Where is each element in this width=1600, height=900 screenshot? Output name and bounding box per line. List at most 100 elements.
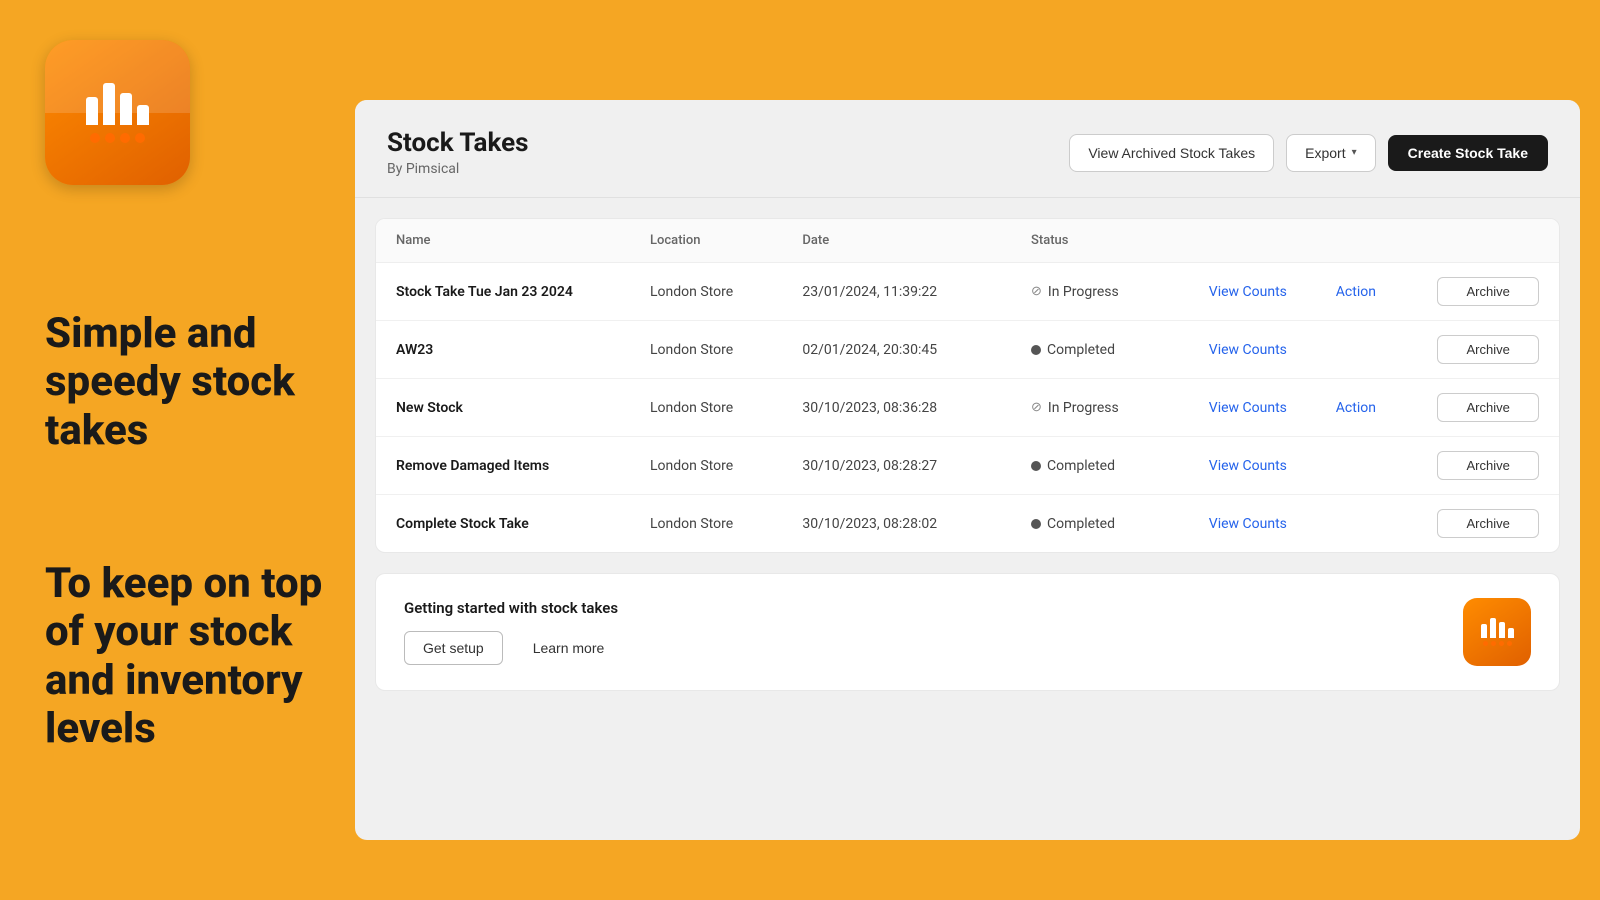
table-row: Remove Damaged Items London Store 30/10/… — [376, 437, 1559, 495]
row-name: New Stock — [396, 400, 650, 416]
create-stock-take-button[interactable]: Create Stock Take — [1388, 135, 1548, 171]
learn-more-button[interactable]: Learn more — [515, 631, 623, 665]
logo-bar-3 — [120, 93, 132, 125]
table-header: Name Location Date Status — [376, 219, 1559, 263]
row-status: Completed — [1031, 342, 1209, 358]
logo-inner — [86, 83, 149, 143]
status-text: In Progress — [1048, 400, 1119, 416]
row-name: AW23 — [396, 342, 650, 358]
view-counts-link[interactable]: View Counts — [1209, 284, 1336, 300]
status-text: Completed — [1047, 342, 1115, 358]
row-date: 23/01/2024, 11:39:22 — [802, 284, 1031, 300]
row-location: London Store — [650, 342, 802, 358]
header-actions: View Archived Stock Takes Export ▾ Creat… — [1069, 134, 1548, 172]
action-link[interactable]: Action — [1336, 400, 1438, 416]
logo-bar-1 — [86, 97, 98, 125]
logo-dot-2 — [105, 133, 115, 143]
view-counts-link[interactable]: View Counts — [1209, 400, 1336, 416]
logo-dot-4 — [135, 133, 145, 143]
row-name: Complete Stock Take — [396, 516, 650, 532]
logo-dot-3 — [120, 133, 130, 143]
gs-dots — [1483, 641, 1512, 646]
row-location: London Store — [650, 284, 802, 300]
gs-bar-4 — [1508, 628, 1514, 638]
table-row: Stock Take Tue Jan 23 2024 London Store … — [376, 263, 1559, 321]
tagline-1: Simple and speedy stock takes — [45, 310, 345, 455]
logo-bar-4 — [137, 105, 149, 125]
row-date: 30/10/2023, 08:28:27 — [802, 458, 1031, 474]
archive-button[interactable]: Archive — [1437, 509, 1539, 538]
gs-bar-2 — [1490, 618, 1496, 638]
tagline-2: To keep on top of your stock and invento… — [45, 560, 355, 753]
row-status: ⊘ In Progress — [1031, 284, 1209, 300]
in-progress-icon: ⊘ — [1031, 400, 1042, 415]
gs-dot-3 — [1499, 641, 1504, 646]
chevron-down-icon: ▾ — [1352, 147, 1357, 158]
row-status: ⊘ In Progress — [1031, 400, 1209, 416]
gs-dot-1 — [1483, 641, 1488, 646]
stock-takes-table: Name Location Date Status Stock Take Tue… — [375, 218, 1560, 553]
view-archived-button[interactable]: View Archived Stock Takes — [1069, 134, 1274, 172]
row-location: London Store — [650, 516, 802, 532]
gs-logo-inner — [1481, 618, 1514, 646]
row-date: 30/10/2023, 08:28:02 — [802, 516, 1031, 532]
completed-icon — [1031, 461, 1041, 471]
logo-bars — [86, 83, 149, 125]
gs-dot-4 — [1507, 641, 1512, 646]
panel-header: Stock Takes By Pimsical View Archived St… — [355, 100, 1580, 198]
status-text: Completed — [1047, 516, 1115, 532]
action-link[interactable]: Action — [1336, 284, 1438, 300]
table-body: Stock Take Tue Jan 23 2024 London Store … — [376, 263, 1559, 552]
page-subtitle: By Pimsical — [387, 161, 529, 177]
row-name: Remove Damaged Items — [396, 458, 650, 474]
main-panel: Stock Takes By Pimsical View Archived St… — [355, 100, 1580, 840]
row-date: 02/01/2024, 20:30:45 — [802, 342, 1031, 358]
gs-title: Getting started with stock takes — [404, 599, 622, 617]
logo-dot-1 — [90, 133, 100, 143]
view-counts-link[interactable]: View Counts — [1209, 458, 1336, 474]
status-text: In Progress — [1048, 284, 1119, 300]
header-title-group: Stock Takes By Pimsical — [387, 128, 529, 177]
archive-button[interactable]: Archive — [1437, 451, 1539, 480]
view-counts-link[interactable]: View Counts — [1209, 342, 1336, 358]
row-location: London Store — [650, 458, 802, 474]
col-status: Status — [1031, 233, 1209, 248]
gs-dot-2 — [1491, 641, 1496, 646]
col-location: Location — [650, 233, 802, 248]
logo-container — [45, 40, 190, 185]
col-actions-3 — [1437, 233, 1539, 248]
gs-bar-3 — [1499, 622, 1505, 638]
archive-button[interactable]: Archive — [1437, 277, 1539, 306]
status-text: Completed — [1047, 458, 1115, 474]
col-actions-1 — [1209, 233, 1336, 248]
export-label: Export — [1305, 145, 1345, 161]
col-date: Date — [802, 233, 1031, 248]
in-progress-icon: ⊘ — [1031, 284, 1042, 299]
row-date: 30/10/2023, 08:36:28 — [802, 400, 1031, 416]
table-row: AW23 London Store 02/01/2024, 20:30:45 C… — [376, 321, 1559, 379]
export-button[interactable]: Export ▾ — [1286, 134, 1376, 172]
gs-logo — [1463, 598, 1531, 666]
gs-bar-1 — [1481, 624, 1487, 638]
page-title: Stock Takes — [387, 128, 529, 158]
completed-icon — [1031, 345, 1041, 355]
view-counts-link[interactable]: View Counts — [1209, 516, 1336, 532]
gs-bars — [1481, 618, 1514, 638]
gs-buttons: Get setup Learn more — [404, 631, 622, 665]
logo-dots — [90, 133, 145, 143]
gs-content: Getting started with stock takes Get set… — [404, 599, 622, 665]
getting-started-section: Getting started with stock takes Get set… — [375, 573, 1560, 691]
row-location: London Store — [650, 400, 802, 416]
get-setup-button[interactable]: Get setup — [404, 631, 503, 665]
row-name: Stock Take Tue Jan 23 2024 — [396, 284, 650, 300]
col-name: Name — [396, 233, 650, 248]
archive-button[interactable]: Archive — [1437, 335, 1539, 364]
completed-icon — [1031, 519, 1041, 529]
logo-bar-2 — [103, 83, 115, 125]
archive-button[interactable]: Archive — [1437, 393, 1539, 422]
table-row: New Stock London Store 30/10/2023, 08:36… — [376, 379, 1559, 437]
row-status: Completed — [1031, 458, 1209, 474]
table-row: Complete Stock Take London Store 30/10/2… — [376, 495, 1559, 552]
app-logo — [45, 40, 190, 185]
col-actions-2 — [1336, 233, 1438, 248]
